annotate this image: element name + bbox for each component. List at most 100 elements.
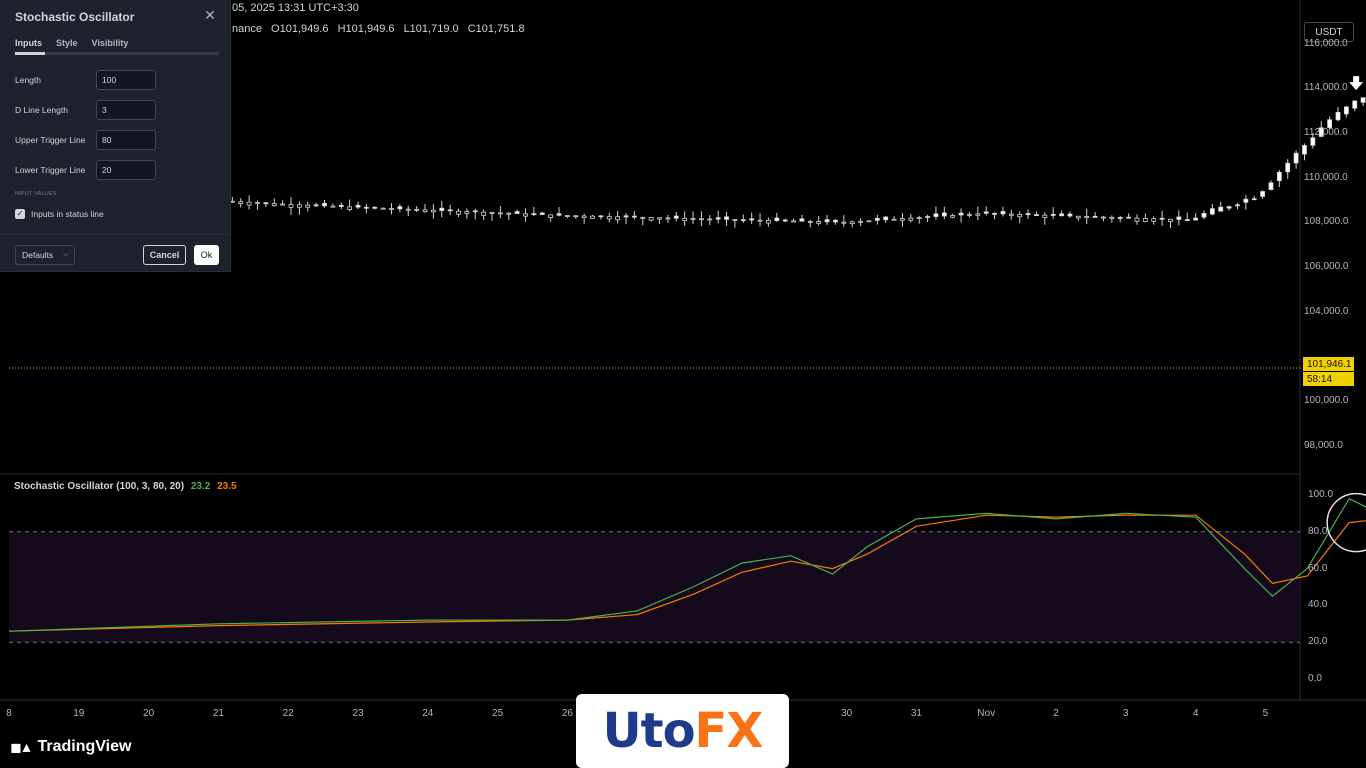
candle-body bbox=[665, 217, 671, 220]
date-tick-label: 4 bbox=[1192, 708, 1199, 719]
candle-body bbox=[1360, 97, 1366, 103]
candle-body bbox=[514, 211, 520, 214]
tab-visibility[interactable]: Visibility bbox=[92, 38, 129, 48]
candle-body bbox=[615, 216, 621, 221]
price-tick-label: 110,000.0 bbox=[1304, 171, 1348, 183]
candle-body bbox=[548, 214, 554, 218]
candle-body bbox=[338, 204, 344, 207]
ohlc-close: C101,751.8 bbox=[467, 23, 525, 35]
length-input[interactable] bbox=[96, 70, 156, 90]
candle-body bbox=[280, 203, 286, 206]
date-tick-label: 24 bbox=[422, 708, 434, 719]
utofx-logo: Uto FX bbox=[576, 694, 789, 768]
candle-body bbox=[1168, 218, 1173, 222]
dialog-footer-divider bbox=[0, 234, 230, 235]
dialog-title: Stochastic Oscillator bbox=[15, 10, 135, 24]
candle-body bbox=[983, 211, 989, 214]
candle-body bbox=[1352, 100, 1358, 109]
candle-body bbox=[1008, 213, 1014, 216]
candle-body bbox=[908, 217, 914, 221]
candle-body bbox=[1276, 171, 1282, 182]
candle-body bbox=[958, 212, 964, 216]
candle-body bbox=[900, 218, 905, 221]
defaults-dropdown[interactable]: Defaults ⌵ bbox=[15, 245, 75, 265]
cancel-button[interactable]: Cancel bbox=[143, 245, 186, 265]
candle-body bbox=[732, 219, 738, 221]
price-tick-label: 108,000.0 bbox=[1304, 216, 1349, 228]
candle-body bbox=[1335, 111, 1341, 121]
candle-body bbox=[464, 211, 470, 214]
defaults-label: Defaults bbox=[22, 250, 54, 260]
ohlc-open: O101,949.6 bbox=[271, 23, 329, 35]
candle-body bbox=[1268, 182, 1274, 190]
candle-body bbox=[1067, 213, 1073, 217]
inputs-status-label[interactable]: Inputs in status line bbox=[31, 209, 104, 219]
candle-body bbox=[1243, 198, 1249, 203]
oscillator-tick-label: 80.0 bbox=[1308, 525, 1328, 537]
candle-countdown-badge: 58:14 bbox=[1303, 372, 1354, 386]
candle-body bbox=[523, 213, 528, 217]
candle-body bbox=[1293, 152, 1299, 164]
candle-body bbox=[1042, 214, 1048, 218]
candle-body bbox=[539, 212, 545, 215]
candle-body bbox=[941, 212, 947, 217]
candle-body bbox=[1025, 213, 1031, 216]
candle-body bbox=[1285, 162, 1291, 173]
inputs-status-checkbox[interactable]: ✓ bbox=[15, 209, 25, 219]
candle-body bbox=[807, 220, 813, 223]
date-tick-label: 22 bbox=[282, 708, 294, 719]
indicator-title: Stochastic Oscillator (100, 3, 80, 20) bbox=[14, 481, 185, 492]
candle-body bbox=[925, 216, 930, 218]
ok-button[interactable]: Ok bbox=[194, 245, 219, 265]
candle-body bbox=[1050, 213, 1056, 216]
date-tick-label: 25 bbox=[492, 708, 504, 719]
candle-body bbox=[1126, 216, 1131, 219]
indicator-legend[interactable]: Stochastic Oscillator (100, 3, 80, 20) 2… bbox=[14, 481, 237, 492]
ohlc-high: H101,949.6 bbox=[337, 23, 395, 35]
lower-trigger-input[interactable] bbox=[96, 160, 156, 180]
date-tick-label: 23 bbox=[352, 708, 364, 719]
candle-body bbox=[757, 219, 763, 222]
candle-body bbox=[1034, 214, 1039, 216]
candle-body bbox=[556, 213, 562, 216]
utofx-text-orange: FX bbox=[694, 703, 764, 759]
tradingview-logo[interactable]: ◼▲ TradingView bbox=[10, 738, 131, 756]
candle-body bbox=[1101, 216, 1106, 219]
candle-body bbox=[506, 212, 512, 215]
candle-body bbox=[816, 221, 822, 224]
upper-trigger-input[interactable] bbox=[96, 130, 156, 150]
candle-body bbox=[590, 215, 595, 219]
candle-body bbox=[648, 217, 654, 221]
candle-body bbox=[657, 217, 662, 220]
candle-body bbox=[405, 208, 411, 211]
candle-body bbox=[322, 203, 327, 207]
tab-underline-track bbox=[15, 52, 219, 55]
candle-body bbox=[422, 209, 428, 213]
candle-body bbox=[313, 204, 319, 207]
price-tick-label: 104,000.0 bbox=[1304, 305, 1349, 317]
price-tick-label: 116,000.0 bbox=[1304, 37, 1348, 49]
d-line-length-input[interactable] bbox=[96, 100, 156, 120]
candle-body bbox=[439, 207, 445, 211]
candle-body bbox=[707, 218, 713, 221]
candle-body bbox=[715, 217, 721, 220]
date-tick-label: 3 bbox=[1123, 708, 1129, 719]
date-tick-label: 2 bbox=[1053, 708, 1059, 719]
price-tick-label: 114,000.0 bbox=[1304, 82, 1348, 94]
ohlc-legend: nance O101,949.6 H101,949.6 L101,719.0 C… bbox=[232, 23, 531, 35]
candle-body bbox=[841, 221, 847, 224]
candle-body bbox=[749, 218, 755, 221]
tab-style[interactable]: Style bbox=[56, 38, 78, 48]
candle-body bbox=[866, 220, 872, 223]
candle-body bbox=[1343, 106, 1349, 115]
candle-body bbox=[372, 206, 378, 209]
candle-body bbox=[238, 201, 244, 205]
candle-body bbox=[1151, 218, 1157, 222]
candle-body bbox=[305, 204, 311, 208]
candle-body bbox=[456, 210, 461, 215]
date-tick-label: 8 bbox=[6, 708, 12, 719]
input-values-section-title: INPUT VALUES bbox=[15, 191, 57, 197]
tab-inputs[interactable]: Inputs bbox=[15, 38, 42, 48]
candle-body bbox=[1176, 216, 1182, 220]
close-icon[interactable]: ✕ bbox=[202, 7, 218, 23]
